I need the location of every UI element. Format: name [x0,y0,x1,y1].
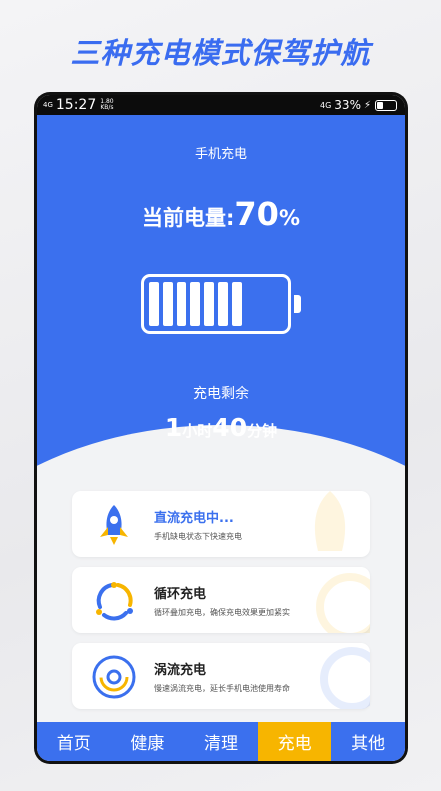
tab-other[interactable]: 其他 [331,722,405,761]
phone-screen: 4G 15:27 1.80 KB/s 4G 33% ⚡ 手机充电 当前电量:70… [37,95,405,761]
hours-unit: 小时 [182,422,213,440]
mode-title: 涡流充电 [154,663,207,678]
battery-cell-empty [273,282,283,326]
cycle-watermark-icon [290,567,370,633]
promo-title: 三种充电模式保驾护航 [70,36,371,70]
mode-desc: 手机缺电状态下快速充电 [154,532,242,541]
remaining-minutes: 40 [212,413,248,442]
tab-home[interactable]: 首页 [37,722,111,761]
battery-cell [176,282,187,326]
charging-hero: 手机充电 当前电量:70% 充电剩余 1小时40分钟 [37,115,405,475]
power-unit: % [278,206,300,230]
hero-title: 手机充电 [194,147,247,162]
battery-cell [162,282,173,326]
remaining-hours: 1 [164,413,183,442]
phone-frame: 4G 15:27 1.80 KB/s 4G 33% ⚡ 手机充电 当前电量:70… [34,92,408,764]
battery-cell [149,282,159,326]
rocket-watermark-icon [290,491,370,557]
power-label: 当前电量: [142,206,235,230]
battery-status-icon [375,99,397,111]
speed-unit: KB/s [100,104,114,111]
tab-charge[interactable]: 充电 [257,722,332,761]
vortex-watermark-icon [290,643,370,709]
mode-card-cycle[interactable]: 循环充电 循环叠加充电，确保充电效果更加紧实 [72,567,370,633]
battery-cell-empty [246,282,256,326]
remaining-label: 充电剩余 [193,386,249,402]
signal-icon: 4G [43,100,53,109]
current-power: 当前电量:70% [37,195,405,233]
rocket-icon [90,501,138,549]
network-type: 4G [320,100,332,110]
status-time: 15:27 [55,97,97,113]
mode-title: 直流充电中... [154,511,234,526]
mode-desc: 循环叠加充电，确保充电效果更加紧实 [154,608,290,617]
mode-card-vortex[interactable]: 涡流充电 慢速涡流充电，延长手机电池使用寿命 [72,643,370,709]
mode-title: 循环充电 [154,587,207,602]
battery-cell [204,282,214,326]
power-value: 70 [234,195,279,233]
mode-desc: 慢速涡流充电，延长手机电池使用寿命 [154,684,290,693]
tab-clean[interactable]: 清理 [184,722,258,761]
battery-tip [294,295,301,313]
battery-graphic [141,274,291,334]
vortex-icon [90,653,138,701]
battery-cell-empty [259,282,269,326]
battery-percent: 33% [334,98,361,112]
remaining-time: 1小时40分钟 [37,413,405,442]
battery-cell [190,282,201,326]
network-speed: 1.80 KB/s [100,99,113,111]
minutes-unit: 分钟 [247,422,278,440]
cycle-icon [90,577,138,625]
status-bar: 4G 15:27 1.80 KB/s 4G 33% ⚡ [37,95,405,115]
battery-cell [217,282,228,326]
battery-cell [231,282,242,326]
bottom-tab-bar: 首页 健康 清理 充电 其他 [37,722,405,761]
tab-health[interactable]: 健康 [111,722,185,761]
charging-bolt-icon: ⚡ [363,99,371,111]
mode-card-dc[interactable]: 直流充电中... 手机缺电状态下快速充电 [72,491,370,557]
